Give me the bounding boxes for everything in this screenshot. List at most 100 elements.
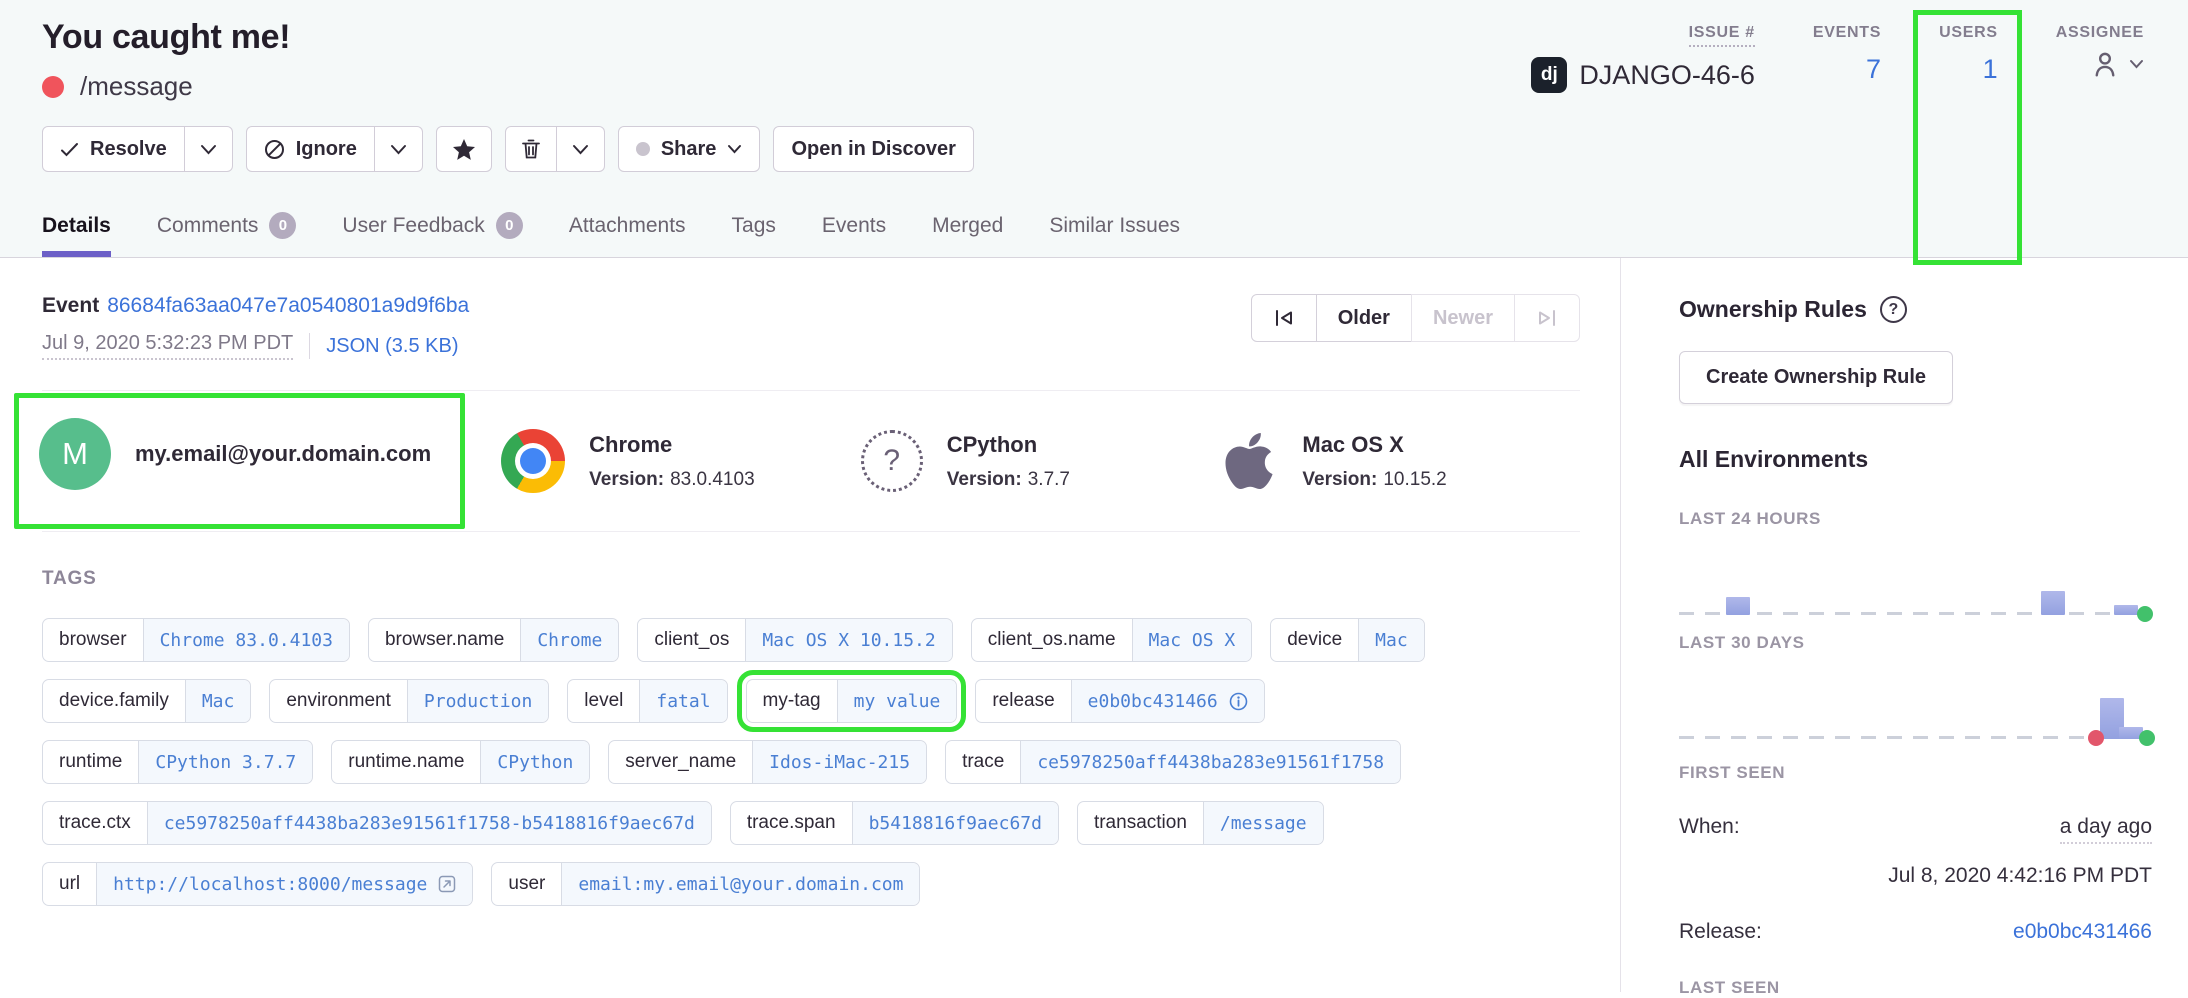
tab-merged[interactable]: Merged <box>932 212 1003 257</box>
first-seen-absolute: Jul 8, 2020 4:42:16 PM PDT <box>1679 864 2152 888</box>
trash-icon <box>521 138 541 160</box>
chrome-icon <box>501 429 565 493</box>
users-count[interactable]: 1 <box>1939 54 1998 85</box>
newer-event-button[interactable]: Newer <box>1411 294 1515 342</box>
sparkline-bar <box>2041 591 2065 615</box>
tag-value[interactable]: Production <box>408 680 548 722</box>
tab-similar-issues[interactable]: Similar Issues <box>1049 212 1180 257</box>
event-id-link[interactable]: 86684fa63aa047e7a0540801a9d9f6ba <box>107 294 469 317</box>
share-button[interactable]: Share <box>618 126 761 172</box>
event-meta: Jul 9, 2020 5:32:23 PM PDT JSON (3.5 KB) <box>42 332 469 360</box>
tag-key[interactable]: my-tag <box>747 680 838 722</box>
help-icon[interactable]: ? <box>1880 296 1907 323</box>
assignee-dropdown[interactable] <box>2056 48 2144 80</box>
tag-value[interactable]: email:my.email@your.domain.com <box>562 863 919 905</box>
tag-key[interactable]: client_os.name <box>972 619 1133 661</box>
tag-key[interactable]: runtime <box>43 741 139 783</box>
users-label: USERS <box>1939 24 1998 42</box>
release-info-icon[interactable] <box>1229 692 1248 711</box>
assignee-label: ASSIGNEE <box>2056 24 2144 42</box>
skip-to-oldest-icon <box>1273 309 1295 327</box>
json-download-link[interactable]: JSON (3.5 KB) <box>326 335 458 358</box>
tag-key[interactable]: server_name <box>609 741 753 783</box>
tag-value-text: ce5978250aff4438ba283e91561f1758-b541881… <box>164 813 695 834</box>
tab-tags[interactable]: Tags <box>732 212 776 257</box>
tag-value[interactable]: CPython <box>481 741 589 783</box>
tab-user-feedback[interactable]: User Feedback0 <box>342 212 522 257</box>
release-link[interactable]: e0b0bc431466 <box>2013 920 2152 944</box>
meta-separator <box>309 333 310 359</box>
tag-key[interactable]: trace <box>946 741 1021 783</box>
oldest-event-button[interactable] <box>1251 294 1317 342</box>
older-event-button[interactable]: Older <box>1316 294 1412 342</box>
tag-pill-device.family: device.familyMac <box>42 679 251 723</box>
create-ownership-rule-button[interactable]: Create Ownership Rule <box>1679 351 1953 404</box>
tag-value[interactable]: Chrome <box>521 619 618 661</box>
sparkline-marker-dot <box>2137 606 2153 622</box>
tag-value[interactable]: Mac <box>1359 619 1424 661</box>
tag-row: trace.ctx ce5978250aff4438ba283e91561f175… <box>42 801 1580 845</box>
ignore-button[interactable]: Ignore <box>246 126 375 172</box>
event-heading: Event86684fa63aa047e7a0540801a9d9f6ba Ju… <box>42 294 469 360</box>
tag-key[interactable]: level <box>568 680 640 722</box>
tab-events[interactable]: Events <box>822 212 886 257</box>
chevron-down-icon <box>727 144 742 154</box>
tag-key[interactable]: device.family <box>43 680 186 722</box>
tag-pill-client_os.name: client_os.nameMac OS X <box>971 618 1253 662</box>
tag-key[interactable]: user <box>492 863 562 905</box>
context-card-runtime: ? CPython Version:3.7.7 <box>861 430 1221 492</box>
ignore-dropdown-button[interactable] <box>375 126 423 172</box>
sparkline-marker-dot <box>2139 730 2155 746</box>
tag-value[interactable]: Mac OS X 10.15.2 <box>746 619 951 661</box>
last-30-days-label: LAST 30 DAYS <box>1679 633 2152 653</box>
tag-value[interactable]: fatal <box>640 680 726 722</box>
tag-value[interactable]: CPython 3.7.7 <box>139 741 312 783</box>
stat-events: EVENTS 7 <box>1813 24 1881 257</box>
tag-key[interactable]: environment <box>270 680 408 722</box>
os-name: Mac OS X <box>1302 432 1446 458</box>
tag-value[interactable]: my value <box>838 680 957 722</box>
tag-value[interactable]: Idos-iMac-215 <box>753 741 926 783</box>
tag-key[interactable]: device <box>1271 619 1359 661</box>
tag-key[interactable]: trace.span <box>731 802 853 844</box>
resolve-dropdown-button[interactable] <box>185 126 233 172</box>
bookmark-star-button[interactable] <box>436 126 492 172</box>
open-in-discover-button[interactable]: Open in Discover <box>773 126 974 172</box>
check-icon <box>60 142 79 157</box>
tag-pill-environment: environmentProduction <box>269 679 549 723</box>
tag-value[interactable]: Mac OS X <box>1133 619 1252 661</box>
tag-value[interactable]: b5418816f9aec67d <box>853 802 1058 844</box>
issue-header: You caught me! /message Resolve Ignore <box>0 0 2188 258</box>
delete-button[interactable] <box>505 126 557 172</box>
user-email: my.email@your.domain.com <box>135 441 431 467</box>
tab-attachments[interactable]: Attachments <box>569 212 686 257</box>
tag-key[interactable]: release <box>976 680 1071 722</box>
tag-pill-client_os: client_osMac OS X 10.15.2 <box>637 618 952 662</box>
tab-details[interactable]: Details <box>42 212 111 257</box>
tag-key[interactable]: browser.name <box>369 619 521 661</box>
skip-to-newest-button[interactable] <box>1514 294 1580 342</box>
tag-value[interactable]: http://localhost:8000/message <box>97 863 472 905</box>
events-count[interactable]: 7 <box>1813 54 1881 85</box>
tag-key[interactable]: url <box>43 863 97 905</box>
tag-value[interactable]: Chrome 83.0.4103 <box>144 619 349 661</box>
tag-key[interactable]: runtime.name <box>332 741 481 783</box>
resolve-button[interactable]: Resolve <box>42 126 185 172</box>
tag-pill-url: urlhttp://localhost:8000/message <box>42 862 473 906</box>
tag-key[interactable]: transaction <box>1078 802 1204 844</box>
tag-value[interactable]: e0b0bc431466 <box>1072 680 1264 722</box>
tag-value[interactable]: ce5978250aff4438ba283e91561f1758 <box>1021 741 1400 783</box>
tab-label: Details <box>42 214 111 238</box>
tag-key[interactable]: browser <box>43 619 144 661</box>
tag-value[interactable]: ce5978250aff4438ba283e91561f1758-b541881… <box>148 802 711 844</box>
tag-value[interactable]: Mac <box>186 680 251 722</box>
tag-key[interactable]: trace.ctx <box>43 802 148 844</box>
share-status-dot <box>636 142 650 156</box>
external-link-icon[interactable] <box>438 875 456 893</box>
tab-label: Tags <box>732 214 776 238</box>
tab-comments[interactable]: Comments0 <box>157 212 297 257</box>
tag-value[interactable]: /message <box>1204 802 1323 844</box>
tag-key[interactable]: client_os <box>638 619 746 661</box>
issue-id-row: dj DJANGO-46-6 <box>1531 57 1755 93</box>
delete-dropdown-button[interactable] <box>557 126 605 172</box>
